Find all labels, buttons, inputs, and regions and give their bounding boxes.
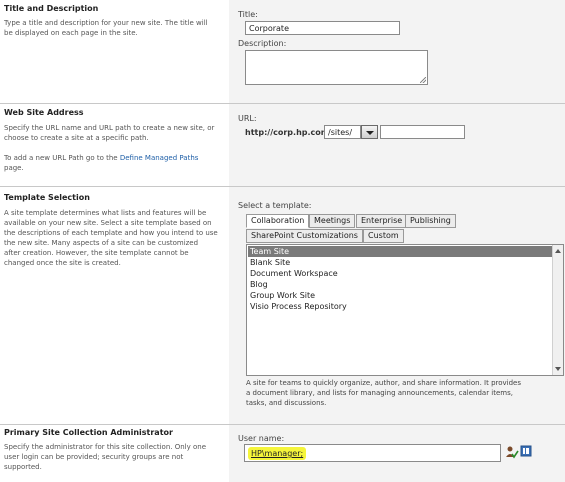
managed-paths-note: To add a new URL Path go to the Define M… — [4, 153, 226, 173]
section-heading: Primary Site Collection Administrator — [4, 428, 173, 437]
address-section: Web Site Address Specify the URL name an… — [0, 104, 565, 186]
description-textarea[interactable] — [245, 50, 428, 85]
tab-publishing[interactable]: Publishing — [405, 214, 456, 228]
section-heading: Title and Description — [4, 4, 99, 13]
list-item[interactable]: Visio Process Repository — [248, 301, 556, 312]
description-line: after creation. However, the site templa… — [4, 249, 189, 257]
list-item[interactable]: Blank Site — [248, 257, 556, 268]
note-prefix: To add a new URL Path go to the — [4, 154, 120, 162]
list-item[interactable]: Document Workspace — [248, 268, 556, 279]
description-line: Specify the URL name and URL path to cre… — [4, 124, 215, 132]
managed-path-dropdown-button[interactable] — [361, 125, 378, 139]
title-section-right: Title: Corporate Description: — [229, 0, 565, 103]
description-line: changed once the site is created. — [4, 259, 121, 267]
address-section-left: Web Site Address Specify the URL name an… — [0, 104, 229, 186]
template-description-line: a document library, and lists for managi… — [246, 389, 513, 397]
chevron-down-icon — [366, 131, 374, 135]
description-line: be displayed on each page in the site. — [4, 29, 138, 37]
url-prefix: http://corp.hp.com — [245, 128, 330, 137]
tab-collaboration[interactable]: Collaboration — [246, 214, 310, 228]
description-line: Specify the administrator for this site … — [4, 443, 207, 451]
template-description-line: A site for teams to quickly organize, au… — [246, 379, 521, 387]
define-managed-paths-link[interactable]: Define Managed Paths — [120, 154, 199, 162]
tab-custom[interactable]: Custom — [363, 229, 404, 243]
check-names-icon[interactable] — [505, 445, 519, 459]
browse-address-book-icon[interactable] — [520, 445, 532, 457]
template-section-left: Template Selection A site template deter… — [0, 187, 229, 424]
scroll-down-icon[interactable] — [555, 367, 561, 371]
description-label: Description: — [238, 39, 287, 48]
description-line: supported. — [4, 463, 42, 471]
description-line: the descriptions of each template and ho… — [4, 229, 218, 237]
tab-enterprise[interactable]: Enterprise — [356, 214, 408, 228]
user-name-label: User name: — [238, 434, 285, 443]
template-section: Template Selection A site template deter… — [0, 187, 565, 424]
section-description: Specify the administrator for this site … — [4, 442, 226, 472]
description-line: user login can be provided; security gro… — [4, 453, 184, 461]
list-item[interactable]: Team Site — [248, 246, 556, 257]
title-input[interactable]: Corporate — [245, 21, 400, 35]
scroll-up-icon[interactable] — [555, 249, 561, 253]
admin-section-right: User name: HP\manager; — [229, 425, 565, 482]
section-description: Specify the URL name and URL path to cre… — [4, 123, 226, 143]
vertical-scrollbar[interactable] — [552, 245, 563, 375]
admin-section: Primary Site Collection Administrator Sp… — [0, 425, 565, 482]
description-line: A site template determines what lists an… — [4, 209, 207, 217]
list-item[interactable]: Blog — [248, 279, 556, 290]
resize-handle-icon[interactable] — [420, 77, 426, 83]
tab-meetings[interactable]: Meetings — [309, 214, 356, 228]
user-name-input[interactable]: HP\manager; — [244, 444, 501, 462]
tab-sharepoint-customizations[interactable]: SharePoint Customizations — [246, 229, 363, 243]
note-suffix: page. — [4, 164, 24, 172]
address-section-right: URL: http://corp.hp.com /sites/ — [229, 104, 565, 186]
resolved-user[interactable]: HP\manager; — [248, 447, 307, 460]
description-line: available on your new site. Select a sit… — [4, 219, 212, 227]
select-template-label: Select a template: — [238, 201, 312, 210]
title-label: Title: — [238, 10, 258, 19]
description-line: the new site. Many aspects of a site can… — [4, 239, 199, 247]
section-description: Type a title and description for your ne… — [4, 18, 226, 38]
url-label: URL: — [238, 114, 257, 123]
title-section-left: Title and Description Type a title and d… — [0, 0, 229, 103]
list-item[interactable]: Group Work Site — [248, 290, 556, 301]
template-description: A site for teams to quickly organize, au… — [246, 378, 561, 408]
managed-path-select[interactable]: /sites/ — [324, 125, 361, 139]
admin-section-left: Primary Site Collection Administrator Sp… — [0, 425, 229, 482]
section-description: A site template determines what lists an… — [4, 208, 226, 268]
template-listbox[interactable]: Team Site Blank Site Document Workspace … — [246, 244, 564, 376]
description-line: Type a title and description for your ne… — [4, 19, 208, 27]
section-heading: Web Site Address — [4, 108, 84, 117]
template-section-right: Select a template: Collaboration Meeting… — [229, 187, 565, 424]
section-heading: Template Selection — [4, 193, 90, 202]
title-section: Title and Description Type a title and d… — [0, 0, 565, 103]
description-line: choose to create a site at a specific pa… — [4, 134, 149, 142]
template-description-line: tasks, and discussions. — [246, 399, 327, 407]
site-url-name-input[interactable] — [380, 125, 465, 139]
